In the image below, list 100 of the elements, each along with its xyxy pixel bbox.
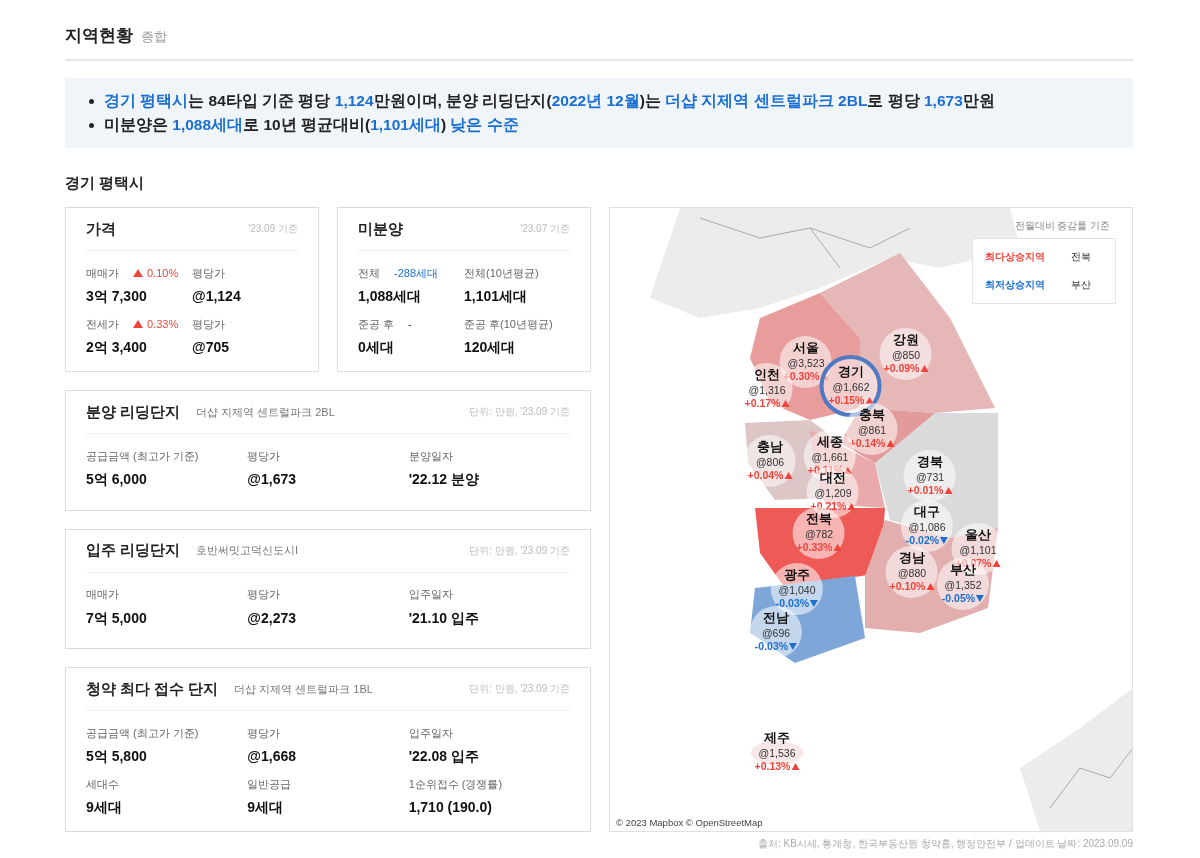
region-name: 인천 [754,368,780,384]
region-name: 세종 [817,435,843,451]
region-price: @1,661 [811,450,849,464]
up-triangle-icon [133,320,143,328]
region-change: +0.09% [883,361,920,375]
stat-label: 평당가 [247,448,281,464]
up-triangle-icon [791,762,800,770]
up-triangle-icon [847,502,856,510]
stat-label: 전체(10년평균) [464,265,539,281]
region-price: @880 [897,566,927,580]
stat-value: '22.08 입주 [408,748,480,766]
region-change: +0.30% [783,369,820,383]
region-name: 전남 [763,611,789,627]
up-triangle-icon [926,582,935,590]
stat-label: 일반공급 [247,776,292,792]
region-price: @1,101 [959,543,997,557]
stat-label: 입주일자 [408,587,453,602]
region-change: +0.01% [907,483,944,497]
card-note: '23.09 기준 [248,222,298,236]
stat-change: 0.10% [133,267,179,279]
page-subtitle: 종합 [141,28,167,46]
region-change: -0.05% [941,591,976,605]
region-price: @861 [857,423,887,437]
legend-value: 전북 [1071,250,1091,264]
up-triangle-icon [865,396,874,404]
down-triangle-icon [976,594,985,602]
stat-value: 5억 5,800 [86,748,148,766]
stat-value: @2,273 [247,609,297,626]
section-title: 경기 평택시 [65,175,145,191]
region-price: @1,662 [832,380,870,394]
legend-label: 최다상승지역 [985,250,1045,264]
region-name: 충남 [757,440,783,456]
region-name: 경기 [838,365,864,381]
region-change: +0.10% [889,579,926,593]
stat-label: 준공 후 [358,316,395,332]
stat-value: '22.12 분양 [408,471,480,489]
region-name: 충북 [859,408,885,424]
stat-change: -288세대 [394,265,439,281]
stat-value: @1,124 [192,288,242,304]
stat-label: 평당가 [247,725,281,741]
card-note: '23.07 기준 [520,222,570,236]
up-triangle-icon [944,486,953,494]
region-price: @3,523 [787,356,825,370]
up-triangle-icon [781,399,790,407]
stat-value: 7억 5,000 [86,609,148,628]
region-name: 강원 [893,333,919,349]
up-triangle-icon [992,559,1001,567]
region-price: @1,086 [908,520,946,534]
stat-label: 매매가 [86,587,119,602]
card-note: 단위: 만원, '23.09 기준 [469,405,570,419]
region-name: 광주 [784,568,810,584]
stat-value: 120세대 [464,339,517,357]
summary-sentence: 경기 평택시는 84타입 기준 평당 1,124만원이며, 분양 리딩단지(2022년 12월)는 더샵 지제역 센트럴파크 2BL로 평당 1,673만원 [104,90,995,111]
down-triangle-icon [940,536,949,544]
up-triangle-icon [784,471,793,479]
stat-label: 평당가 [192,265,225,281]
legend-label: 최저상승지역 [985,278,1045,292]
stat-value: '21.10 입주 [408,609,480,628]
stat-value: @705 [192,339,230,355]
up-triangle-icon [833,543,842,551]
region-change: +0.15% [828,393,865,407]
stat-value: 1,088세대 [358,288,423,306]
region-price: @1,040 [778,583,816,597]
stat-value: 2억 3,400 [86,339,148,357]
up-triangle-icon [133,269,143,277]
bullet-icon [89,98,94,104]
legend-value: 부산 [1071,278,1091,292]
stat-label: 전세가 [86,316,119,332]
card-title: 가격 [86,219,116,239]
card-title: 미분양 [358,219,403,239]
region-price: @806 [755,455,785,469]
stat-label: 입주일자 [408,725,453,741]
up-triangle-icon [844,466,853,474]
card-subtitle: 더샵 지제역 센트럴파크 2BL [196,404,335,420]
stat-value: @1,673 [247,471,297,487]
region-name: 대구 [914,505,940,521]
stat-value: 3억 7,300 [86,288,148,306]
region-price: @731 [915,470,945,484]
card-title: 청약 최다 접수 단지 [86,679,219,699]
region-price: @1,316 [748,383,786,397]
up-triangle-icon [886,439,895,447]
summary-sentence: 미분양은 1,088세대로 10년 평균대비(1,101세대) 낮은 수준 [104,114,519,135]
source-note: 출처: KB시세, 통계청, 한국부동산원 청약홈, 행정안전부 / 업데이트 날짜: 2023.09.09 [757,838,1133,850]
stat-label: 세대수 [86,776,119,792]
region-price: @850 [891,348,921,362]
region-name: 서울 [793,341,819,357]
legend-note: 전월대비 증감률 기준 [1014,220,1110,233]
stat-label: 공급금액 (최고가 기준) [86,448,199,464]
region-price: @696 [761,626,791,640]
stat-value: @1,668 [247,748,297,764]
stat-value: 5억 6,000 [86,471,148,489]
stat-label: 분양일자 [408,448,453,464]
down-triangle-icon [789,642,798,650]
region-change: +0.33% [796,540,833,554]
stat-label: 1순위접수 (경쟁률) [408,776,503,792]
stat-label: 공급금액 (최고가 기준) [86,725,199,741]
region-change: +0.17% [744,396,781,410]
region-change: +0.13% [754,759,791,773]
stat-label: 준공 후(10년평균) [464,316,553,332]
region-name: 제주 [764,731,790,747]
